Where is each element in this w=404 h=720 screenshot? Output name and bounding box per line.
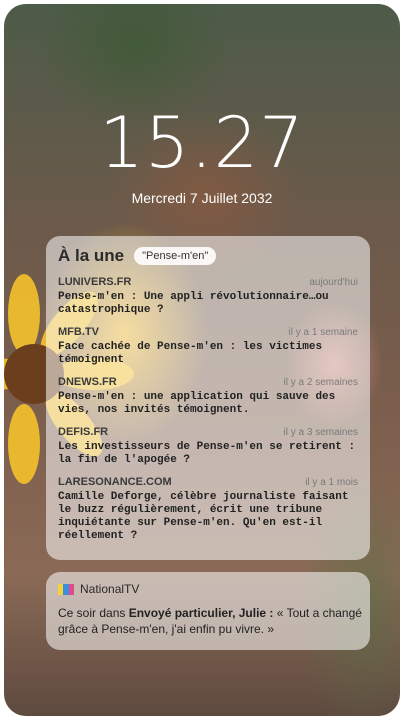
news-time: il y a 1 semaine [288,327,358,338]
news-source: DEFIS.FR [58,426,109,438]
news-item[interactable]: DEFIS.FR il y a 3 semaines Les investiss… [58,426,358,467]
news-time: il y a 2 semaines [283,377,358,388]
news-headline: Face cachée de Pense-m'en : les victimes… [58,341,323,366]
tv-notification[interactable]: NationalTV Ce soir dans Envoyé particuli… [46,572,370,650]
lockscreen-clock: 15.27 [99,102,305,184]
tv-text-prefix: Ce soir dans [58,606,129,620]
news-source: DNEWS.FR [58,376,117,388]
lockscreen-date: Mercredi 7 Juillet 2032 [131,190,273,206]
tv-color-bars-icon [58,583,74,595]
news-headline: Pense-m'en : Une appli révolutionnaire…o… [58,291,329,316]
news-time: aujourd'hui [309,277,358,288]
news-source: LARESONANCE.COM [58,476,172,488]
news-headline: Les investisseurs de Pense-m'en se retir… [58,441,356,466]
tv-text-bold: Envoyé particulier, Julie : [128,606,274,620]
news-headline: Camille Deforge, célèbre journaliste fai… [58,491,349,542]
news-time: il y a 3 semaines [283,427,358,438]
news-widget[interactable]: À la une "Pense-m'en" LUNIVERS.FR aujour… [46,236,370,560]
news-item[interactable]: LARESONANCE.COM il y a 1 mois Camille De… [58,476,358,543]
news-source: MFB.TV [58,326,99,338]
tv-notification-text: Ce soir dans Envoyé particulier, Julie :… [58,605,362,637]
search-tag[interactable]: "Pense-m'en" [134,247,217,265]
news-source: LUNIVERS.FR [58,276,132,288]
news-item[interactable]: LUNIVERS.FR aujourd'hui Pense-m'en : Une… [58,276,358,317]
tv-bar-pink [68,583,74,595]
news-item[interactable]: MFB.TV il y a 1 semaine Face cachée de P… [58,326,358,367]
lockscreen: 15.27 Mercredi 7 Juillet 2032 À la une "… [4,4,400,716]
news-time: il y a 1 mois [305,477,358,488]
news-item[interactable]: DNEWS.FR il y a 2 semaines Pense-m'en : … [58,376,358,417]
tv-channel-name: NationalTV [80,582,140,596]
news-headline: Pense-m'en : une application qui sauve d… [58,391,336,416]
news-widget-title: À la une [58,246,125,265]
